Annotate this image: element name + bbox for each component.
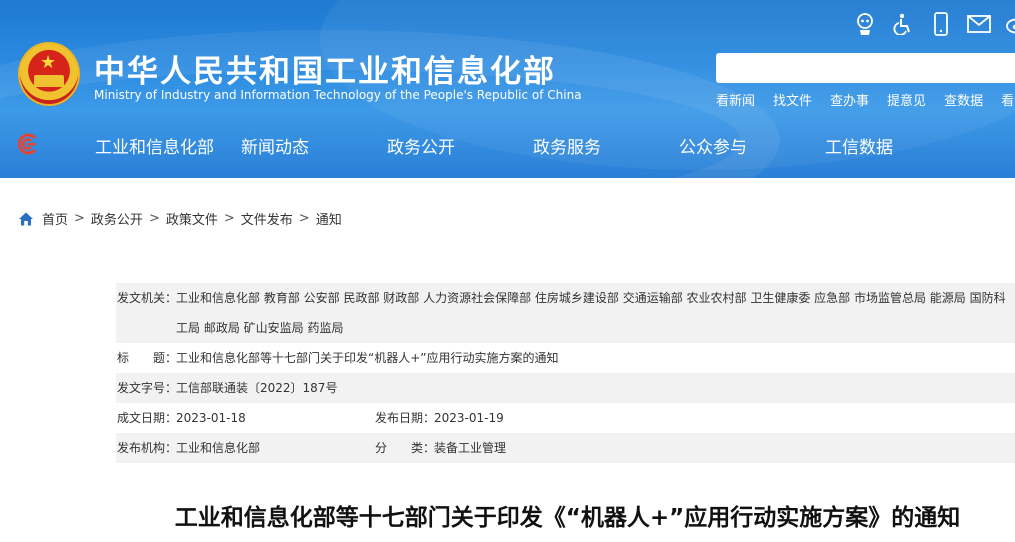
- nav-item-data[interactable]: 工信数据: [825, 133, 971, 158]
- quick-link-more[interactable]: 看: [1001, 90, 1014, 109]
- document-info-table: 发文机关： 工业和信息化部 教育部 公安部 民政部 财政部 人力资源社会保障部 …: [116, 283, 1015, 463]
- nav-item-ministry[interactable]: 工业和信息化部: [95, 133, 241, 158]
- breadcrumb: 首页 > 政务公开 > 政策文件 > 文件发布 > 通知: [18, 209, 342, 228]
- breadcrumb-notice[interactable]: 通知: [316, 209, 342, 228]
- breadcrumb-separator: >: [74, 211, 85, 226]
- national-emblem-logo[interactable]: ★: [18, 42, 80, 106]
- breadcrumb-separator: >: [223, 211, 235, 226]
- org-label: 发布机构：: [117, 441, 178, 455]
- nav-item-services[interactable]: 政务服务: [533, 133, 679, 158]
- quick-link-files[interactable]: 找文件: [773, 90, 812, 109]
- quick-link-data[interactable]: 查数据: [944, 90, 983, 109]
- created-date-label: 成文日期：: [117, 411, 178, 425]
- title-value: 工业和信息化部等十七部门关于印发“机器人+”应用行动实施方案的通知: [176, 351, 559, 365]
- robot-icon[interactable]: [846, 10, 884, 38]
- category-cell: 分 类： 装备工业管理: [374, 433, 1015, 463]
- breadcrumb-file-release[interactable]: 文件发布: [241, 209, 293, 228]
- site-title[interactable]: 中华人民共和国工业和信息化部: [94, 46, 556, 91]
- published-date-value: 2023-01-19: [434, 411, 504, 425]
- ministry-logo-icon[interactable]: [16, 132, 40, 156]
- doc-number-value: 工信部联通装〔2022〕187号: [176, 381, 338, 395]
- quick-link-feedback[interactable]: 提意见: [887, 90, 926, 109]
- quick-links: 看新闻 找文件 查办事 提意见 查数据 看: [716, 90, 1014, 109]
- published-date-label: 发布日期：: [375, 411, 436, 425]
- title-label: 标 题：: [117, 351, 178, 365]
- created-date-value: 2023-01-18: [176, 411, 246, 425]
- quick-link-services[interactable]: 查办事: [830, 90, 869, 109]
- created-date-cell: 成文日期： 2023-01-18: [116, 403, 374, 433]
- nav-item-news[interactable]: 新闻动态: [241, 133, 387, 158]
- info-row-issuer: 发文机关： 工业和信息化部 教育部 公安部 民政部 财政部 人力资源社会保障部 …: [116, 283, 1015, 343]
- org-cell: 发布机构： 工业和信息化部: [116, 433, 374, 463]
- issuer-label: 发文机关：: [117, 291, 178, 305]
- mail-icon[interactable]: [960, 10, 998, 38]
- org-value: 工业和信息化部: [176, 441, 261, 455]
- weibo-icon[interactable]: [998, 10, 1015, 38]
- issuer-value: 工业和信息化部 教育部 公安部 民政部 财政部 人力资源社会保障部 住房城乡建设…: [176, 291, 1006, 335]
- breadcrumb-separator: >: [298, 211, 310, 226]
- gate-icon: [34, 75, 64, 87]
- quick-link-news[interactable]: 看新闻: [716, 90, 755, 109]
- category-value: 装备工业管理: [434, 441, 507, 455]
- mobile-icon[interactable]: [922, 10, 960, 38]
- info-row-title: 标 题： 工业和信息化部等十七部门关于印发“机器人+”应用行动实施方案的通知: [116, 343, 1015, 373]
- category-label: 分 类：: [375, 441, 436, 455]
- breadcrumb-policy-files[interactable]: 政策文件: [166, 209, 218, 228]
- breadcrumb-separator: >: [148, 211, 160, 226]
- main-nav: 工业和信息化部 新闻动态 政务公开 政务服务 公众参与 工信数据: [0, 122, 1015, 168]
- nav-item-participation[interactable]: 公众参与: [679, 133, 825, 158]
- star-icon: ★: [40, 52, 57, 73]
- site-header: ★ 中华人民共和国工业和信息化部 Ministry of Industry an…: [0, 0, 1015, 178]
- utility-icons: [846, 10, 1015, 38]
- nav-item-public-affairs[interactable]: 政务公开: [387, 133, 533, 158]
- site-subtitle: Ministry of Industry and Information Tec…: [94, 88, 582, 102]
- info-row-org: 发布机构： 工业和信息化部 分 类： 装备工业管理: [116, 433, 1015, 463]
- nav-items: 工业和信息化部 新闻动态 政务公开 政务服务 公众参与 工信数据: [95, 133, 971, 158]
- breadcrumb-home[interactable]: 首页: [42, 209, 68, 228]
- article-title: 工业和信息化部等十七部门关于印发《“机器人+”应用行动实施方案》的通知: [174, 505, 961, 531]
- info-row-doc-number: 发文字号： 工信部联通装〔2022〕187号: [116, 373, 1015, 403]
- breadcrumb-public-affairs[interactable]: 政务公开: [91, 209, 143, 228]
- doc-number-label: 发文字号：: [117, 381, 178, 395]
- accessibility-icon[interactable]: [884, 10, 922, 38]
- info-row-dates: 成文日期： 2023-01-18 发布日期： 2023-01-19: [116, 403, 1015, 433]
- home-icon[interactable]: [18, 211, 34, 227]
- published-date-cell: 发布日期： 2023-01-19: [374, 403, 1015, 433]
- search-input[interactable]: [716, 53, 1015, 83]
